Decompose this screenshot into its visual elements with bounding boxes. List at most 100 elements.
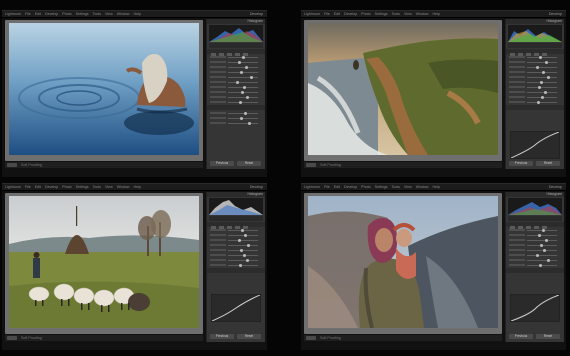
menu-item[interactable]: Help [433, 12, 440, 16]
slider-row[interactable] [210, 60, 262, 64]
reset-button[interactable]: Reset [237, 334, 261, 339]
menu-item[interactable]: View [404, 12, 412, 16]
menu-item[interactable]: Develop [45, 12, 58, 16]
menu-item[interactable]: Settings [375, 185, 388, 189]
slider-row[interactable] [210, 233, 262, 237]
menu-item[interactable]: Settings [76, 185, 89, 189]
image-viewport[interactable] [5, 20, 203, 161]
menu-item[interactable]: Tools [93, 185, 101, 189]
menu-item[interactable]: Tools [392, 185, 400, 189]
slider-row[interactable] [210, 238, 262, 242]
menu-item[interactable]: File [324, 12, 330, 16]
slider-row[interactable] [210, 258, 262, 262]
slider-row[interactable] [210, 253, 262, 257]
slider-row[interactable] [509, 55, 561, 59]
menu-item[interactable]: Lightroom [304, 12, 320, 16]
menu-item[interactable]: Develop [344, 185, 357, 189]
slider-row[interactable] [509, 95, 561, 99]
menu-item[interactable]: Settings [375, 12, 388, 16]
menu-item[interactable]: Photo [361, 185, 370, 189]
slider-row[interactable] [210, 111, 262, 115]
image-viewport[interactable] [5, 193, 203, 334]
slider-row[interactable] [509, 80, 561, 84]
slider-row[interactable] [210, 65, 262, 69]
tone-curve-graph[interactable] [510, 131, 560, 159]
tone-curve-graph[interactable] [211, 294, 261, 322]
previous-button[interactable]: Previous [509, 161, 533, 166]
menu-item[interactable]: File [25, 185, 31, 189]
menu-item[interactable]: Edit [35, 185, 41, 189]
menu-item[interactable]: Help [134, 185, 141, 189]
slider-row[interactable] [210, 263, 262, 267]
menu-item[interactable]: Edit [334, 12, 340, 16]
menu-item[interactable]: Tools [93, 12, 101, 16]
module-picker[interactable]: Develop [549, 184, 562, 190]
slider-row[interactable] [509, 85, 561, 89]
menu-item[interactable]: Edit [334, 185, 340, 189]
previous-button[interactable]: Previous [509, 334, 533, 339]
tone-curve-graph[interactable] [510, 294, 560, 322]
menu-item[interactable]: Lightroom [5, 185, 21, 189]
slider-row[interactable] [509, 70, 561, 74]
menu-item[interactable]: View [105, 185, 113, 189]
loupe-view-button[interactable] [306, 163, 316, 167]
loupe-view-button[interactable] [7, 163, 17, 167]
slider-row[interactable] [210, 80, 262, 84]
menu-item[interactable]: Tools [392, 12, 400, 16]
menu-item[interactable]: Window [416, 185, 429, 189]
slider-row[interactable] [210, 95, 262, 99]
loupe-view-button[interactable] [7, 336, 17, 340]
slider-row[interactable] [509, 233, 561, 237]
slider-row[interactable] [210, 228, 262, 232]
slider-row[interactable] [210, 70, 262, 74]
slider-row[interactable] [509, 65, 561, 69]
slider-row[interactable] [509, 263, 561, 267]
slider-row[interactable] [210, 55, 262, 59]
reset-button[interactable]: Reset [536, 161, 560, 166]
slider-row[interactable] [509, 60, 561, 64]
menu-item[interactable]: File [25, 12, 31, 16]
slider-row[interactable] [210, 121, 262, 125]
slider-row[interactable] [210, 243, 262, 247]
tone-curve-section-header[interactable] [207, 105, 265, 110]
slider-row[interactable] [210, 248, 262, 252]
menu-item[interactable]: Lightroom [5, 12, 21, 16]
menu-item[interactable]: Help [134, 12, 141, 16]
slider-row[interactable] [509, 248, 561, 252]
module-picker[interactable]: Develop [250, 11, 263, 17]
module-picker[interactable]: Develop [250, 184, 263, 190]
menu-item[interactable]: View [404, 185, 412, 189]
slider-row[interactable] [509, 90, 561, 94]
slider-row[interactable] [509, 75, 561, 79]
menu-item[interactable]: View [105, 12, 113, 16]
slider-row[interactable] [210, 85, 262, 89]
menu-item[interactable]: Develop [344, 12, 357, 16]
tone-curve-section-header[interactable] [506, 268, 564, 273]
menu-item[interactable]: Window [117, 185, 130, 189]
previous-button[interactable]: Previous [210, 334, 234, 339]
menu-item[interactable]: Photo [62, 12, 71, 16]
module-picker[interactable]: Develop [549, 11, 562, 17]
menu-item[interactable]: File [324, 185, 330, 189]
slider-row[interactable] [509, 253, 561, 257]
reset-button[interactable]: Reset [237, 161, 261, 166]
previous-button[interactable]: Previous [210, 161, 234, 166]
menu-item[interactable]: Settings [76, 12, 89, 16]
slider-row[interactable] [509, 228, 561, 232]
menu-item[interactable]: Photo [361, 12, 370, 16]
slider-row[interactable] [210, 116, 262, 120]
menu-item[interactable]: Window [117, 12, 130, 16]
slider-row[interactable] [509, 238, 561, 242]
slider-row[interactable] [509, 258, 561, 262]
menu-item[interactable]: Window [416, 12, 429, 16]
slider-row[interactable] [210, 75, 262, 79]
loupe-view-button[interactable] [306, 336, 316, 340]
menu-item[interactable]: Photo [62, 185, 71, 189]
slider-row[interactable] [210, 100, 262, 104]
slider-row[interactable] [509, 243, 561, 247]
menu-item[interactable]: Edit [35, 12, 41, 16]
menu-item[interactable]: Help [433, 185, 440, 189]
menu-item[interactable]: Develop [45, 185, 58, 189]
image-viewport[interactable] [304, 193, 502, 334]
slider-row[interactable] [210, 90, 262, 94]
